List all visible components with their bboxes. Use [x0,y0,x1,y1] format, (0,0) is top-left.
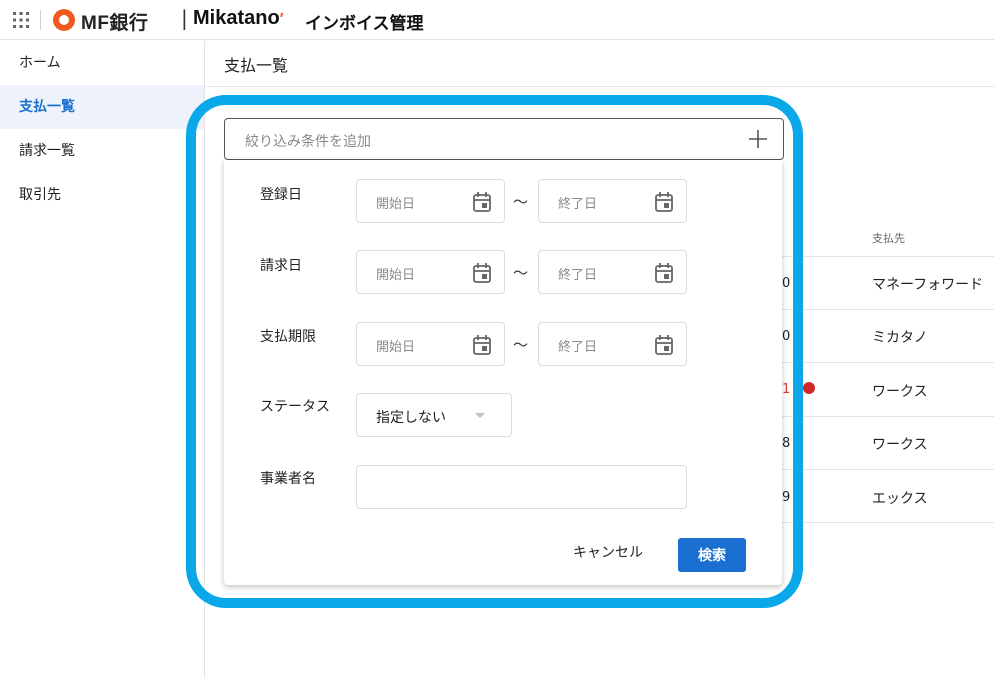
sidebar: ホーム 支払一覧 請求一覧 取引先 [0,41,205,678]
date-placeholder: 終了日 [558,268,598,283]
invoice-date-label: 請求日 [260,258,302,274]
registered-start-date[interactable]: 開始日 [356,179,505,223]
brand-name: Mikatano′ [193,7,284,30]
cancel-button[interactable]: キャンセル [573,542,643,562]
sidebar-item-home[interactable]: ホーム [0,41,204,85]
filter-bar[interactable]: 絞り込み条件を追加 [224,118,784,160]
date-placeholder: 終了日 [558,340,598,355]
brand-text: Mikatano [193,7,280,29]
invoice-end-date[interactable]: 終了日 [538,250,687,294]
product-name: インボイス管理 [305,14,424,34]
calendar-icon[interactable] [654,191,674,213]
registered-date-label: 登録日 [260,187,302,203]
date-placeholder: 開始日 [376,197,416,212]
title-divider [206,86,994,87]
date-placeholder: 開始日 [376,268,416,283]
calendar-icon[interactable] [654,334,674,356]
range-separator: 〜 [513,193,529,211]
row-divider [770,416,994,417]
app-grid-icon[interactable] [12,11,30,29]
sidebar-item-partners[interactable]: 取引先 [0,173,204,217]
filter-placeholder: 絞り込み条件を追加 [245,134,371,150]
page-title: 支払一覧 [224,56,289,75]
status-label: ステータス [260,399,330,415]
calendar-icon[interactable] [472,191,492,213]
filter-panel: 登録日 開始日 〜 終了日 請求日 開始日 〜 終了日 支払期限 開始日 〜 終… [224,160,782,585]
row-divider [770,522,994,523]
date-placeholder: 開始日 [376,340,416,355]
table-row-payee[interactable]: ワークス [872,381,928,401]
invoice-start-date[interactable]: 開始日 [356,250,505,294]
table-row-payee[interactable]: ミカタノ [872,327,928,347]
alert-dot-icon [803,382,815,394]
range-separator: 〜 [513,264,529,282]
row-divider [770,256,994,257]
header-divider [40,10,41,30]
business-name-label: 事業者名 [260,471,316,487]
column-header-payee: 支払先 [872,232,905,245]
table-row-payee[interactable]: ワークス [872,434,928,454]
range-separator: 〜 [513,336,529,354]
chevron-down-icon [475,413,485,418]
table-row-payee[interactable]: エックス [872,488,928,508]
row-divider [770,309,994,310]
brand-mark: ′ [279,11,284,28]
app-header: MF銀行 | Mikatano′ インボイス管理 [0,0,994,40]
calendar-icon[interactable] [472,262,492,284]
business-name-input[interactable] [356,465,687,509]
search-button[interactable]: 検索 [678,538,746,572]
due-end-date[interactable]: 終了日 [538,322,687,366]
sidebar-item-invoices[interactable]: 請求一覧 [0,129,204,173]
sidebar-item-payments[interactable]: 支払一覧 [0,85,204,129]
bank-logo-icon [53,9,75,31]
header-separator: | [181,6,188,30]
due-date-label: 支払期限 [260,329,316,345]
status-value: 指定しない [376,410,446,426]
bank-name: MF銀行 [81,13,149,34]
calendar-icon[interactable] [654,262,674,284]
row-divider [770,469,994,470]
date-placeholder: 終了日 [558,197,598,212]
due-start-date[interactable]: 開始日 [356,322,505,366]
plus-icon[interactable] [747,128,769,150]
row-divider [770,362,994,363]
table-row-payee[interactable]: マネーフォワード [872,274,983,294]
calendar-icon[interactable] [472,334,492,356]
status-select[interactable]: 指定しない [356,393,512,437]
registered-end-date[interactable]: 終了日 [538,179,687,223]
